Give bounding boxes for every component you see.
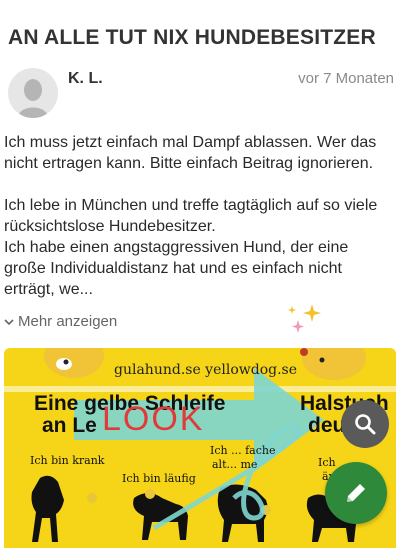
search-button[interactable] [341,400,389,448]
image-label: Ich [318,456,336,469]
chevron-down-icon [4,318,14,325]
compose-button[interactable] [325,462,387,524]
post-time: vor 7 Monaten [298,70,394,87]
author-name[interactable]: K. L. [68,70,103,88]
post-paragraph: Ich habe einen angstaggressiven Hund, de… [4,239,349,298]
image-site-text: gulahund.se yellowdog.se [114,362,298,378]
post-title: AN ALLE TUT NIX HUNDEBESITZER [8,26,376,49]
show-more-label: Mehr anzeigen [18,313,118,330]
show-more-link[interactable]: Mehr anzeigen [4,313,117,330]
post-paragraph: Ich muss jetzt einfach mal Dampf ablasse… [4,134,377,172]
image-headline: an Le [42,414,97,437]
image-label: Ich bin läufig [122,472,196,485]
avatar[interactable] [8,68,58,118]
post-paragraph: Ich lebe in München und treffe tagtäglic… [4,197,378,235]
image-label: Ich ... fache [210,444,276,457]
image-label: Ich bin krank [30,454,105,467]
person-icon [18,79,48,118]
image-label: alt... me [212,458,258,471]
pencil-icon [347,484,365,502]
post-body: Ich muss jetzt einfach mal Dampf ablasse… [4,132,392,321]
sparkle-icon [288,304,321,333]
sticker-look-text: LOOK [102,400,205,438]
search-icon [355,414,376,435]
